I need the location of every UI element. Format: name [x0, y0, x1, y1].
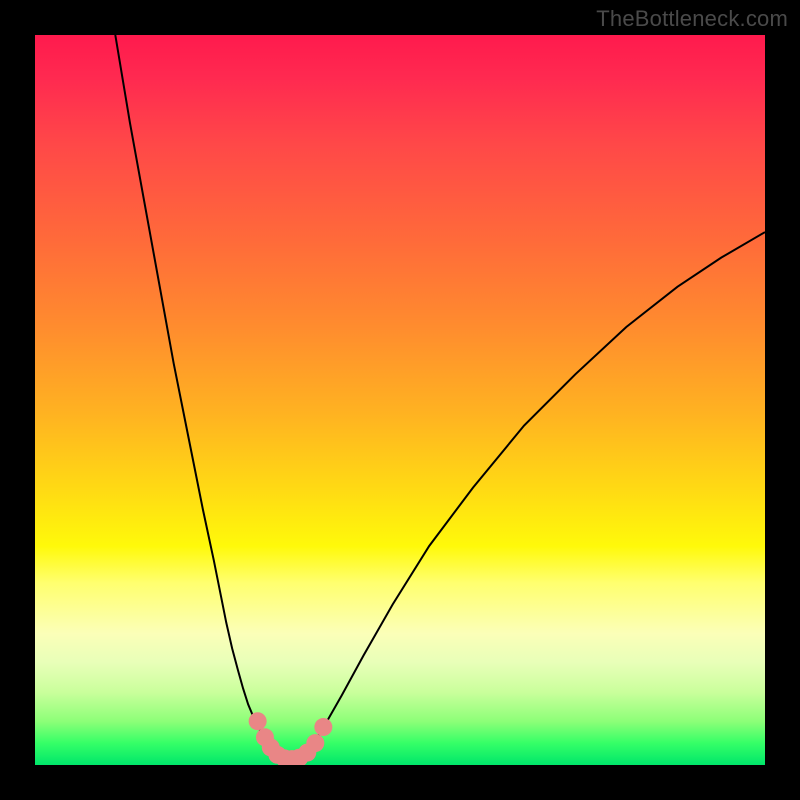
- chart-plot-area: [35, 35, 765, 765]
- chart-svg: [35, 35, 765, 765]
- bottleneck-curve: [115, 35, 765, 761]
- curve-markers: [249, 712, 333, 765]
- curve-marker: [306, 734, 324, 752]
- curve-marker: [249, 712, 267, 730]
- watermark-text: TheBottleneck.com: [596, 6, 788, 32]
- curve-marker: [314, 718, 332, 736]
